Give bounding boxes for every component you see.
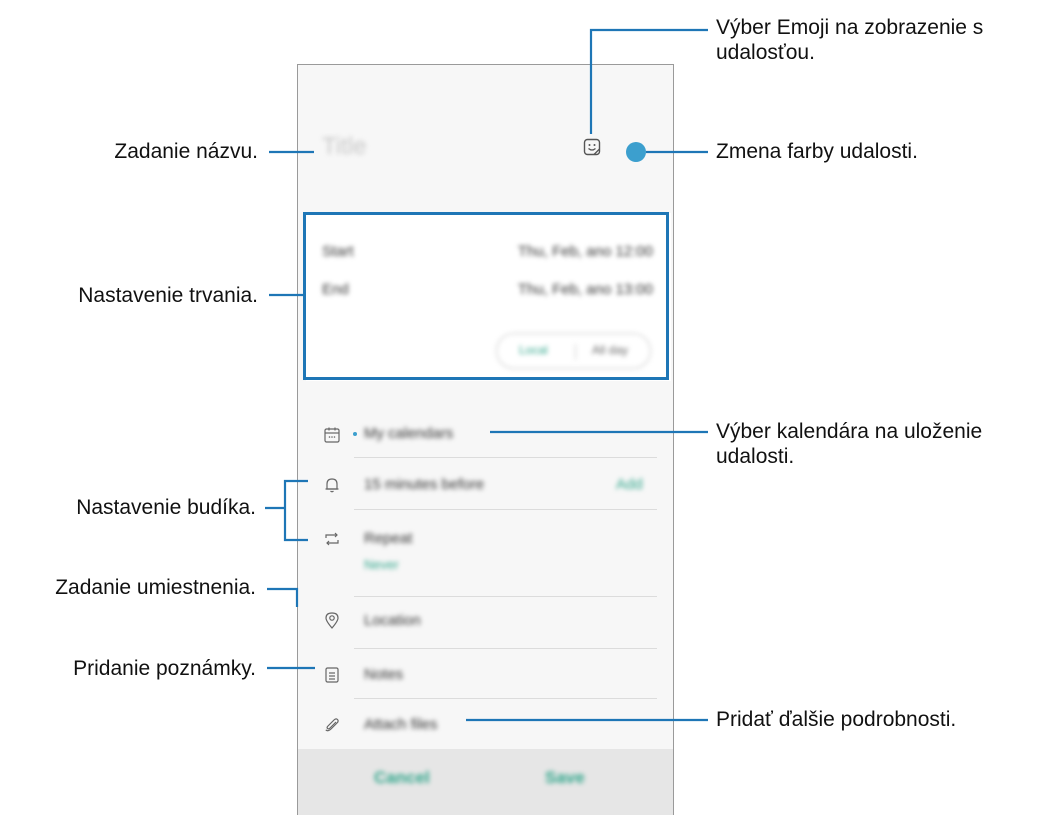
callout-lines — [265, 28, 708, 722]
annotation-emoji: Výber Emoji na zobrazenie s udalosťou. — [716, 16, 984, 64]
annotation-calendar: Výber kalendára na uloženie udalosti. — [716, 420, 983, 468]
annotation-note: Pridanie poznámky. — [73, 657, 256, 680]
annotation-title: Zadanie názvu. — [114, 140, 258, 163]
annotation-location: Zadanie umiestnenia. — [55, 576, 256, 599]
annotation-duration: Nastavenie trvania. — [78, 284, 258, 307]
annotation-color: Zmena farby udalosti. — [716, 140, 918, 163]
annotation-alarm: Nastavenie budíka. — [76, 496, 256, 519]
annotation-details: Pridať ďalšie podrobnosti. — [716, 708, 957, 731]
